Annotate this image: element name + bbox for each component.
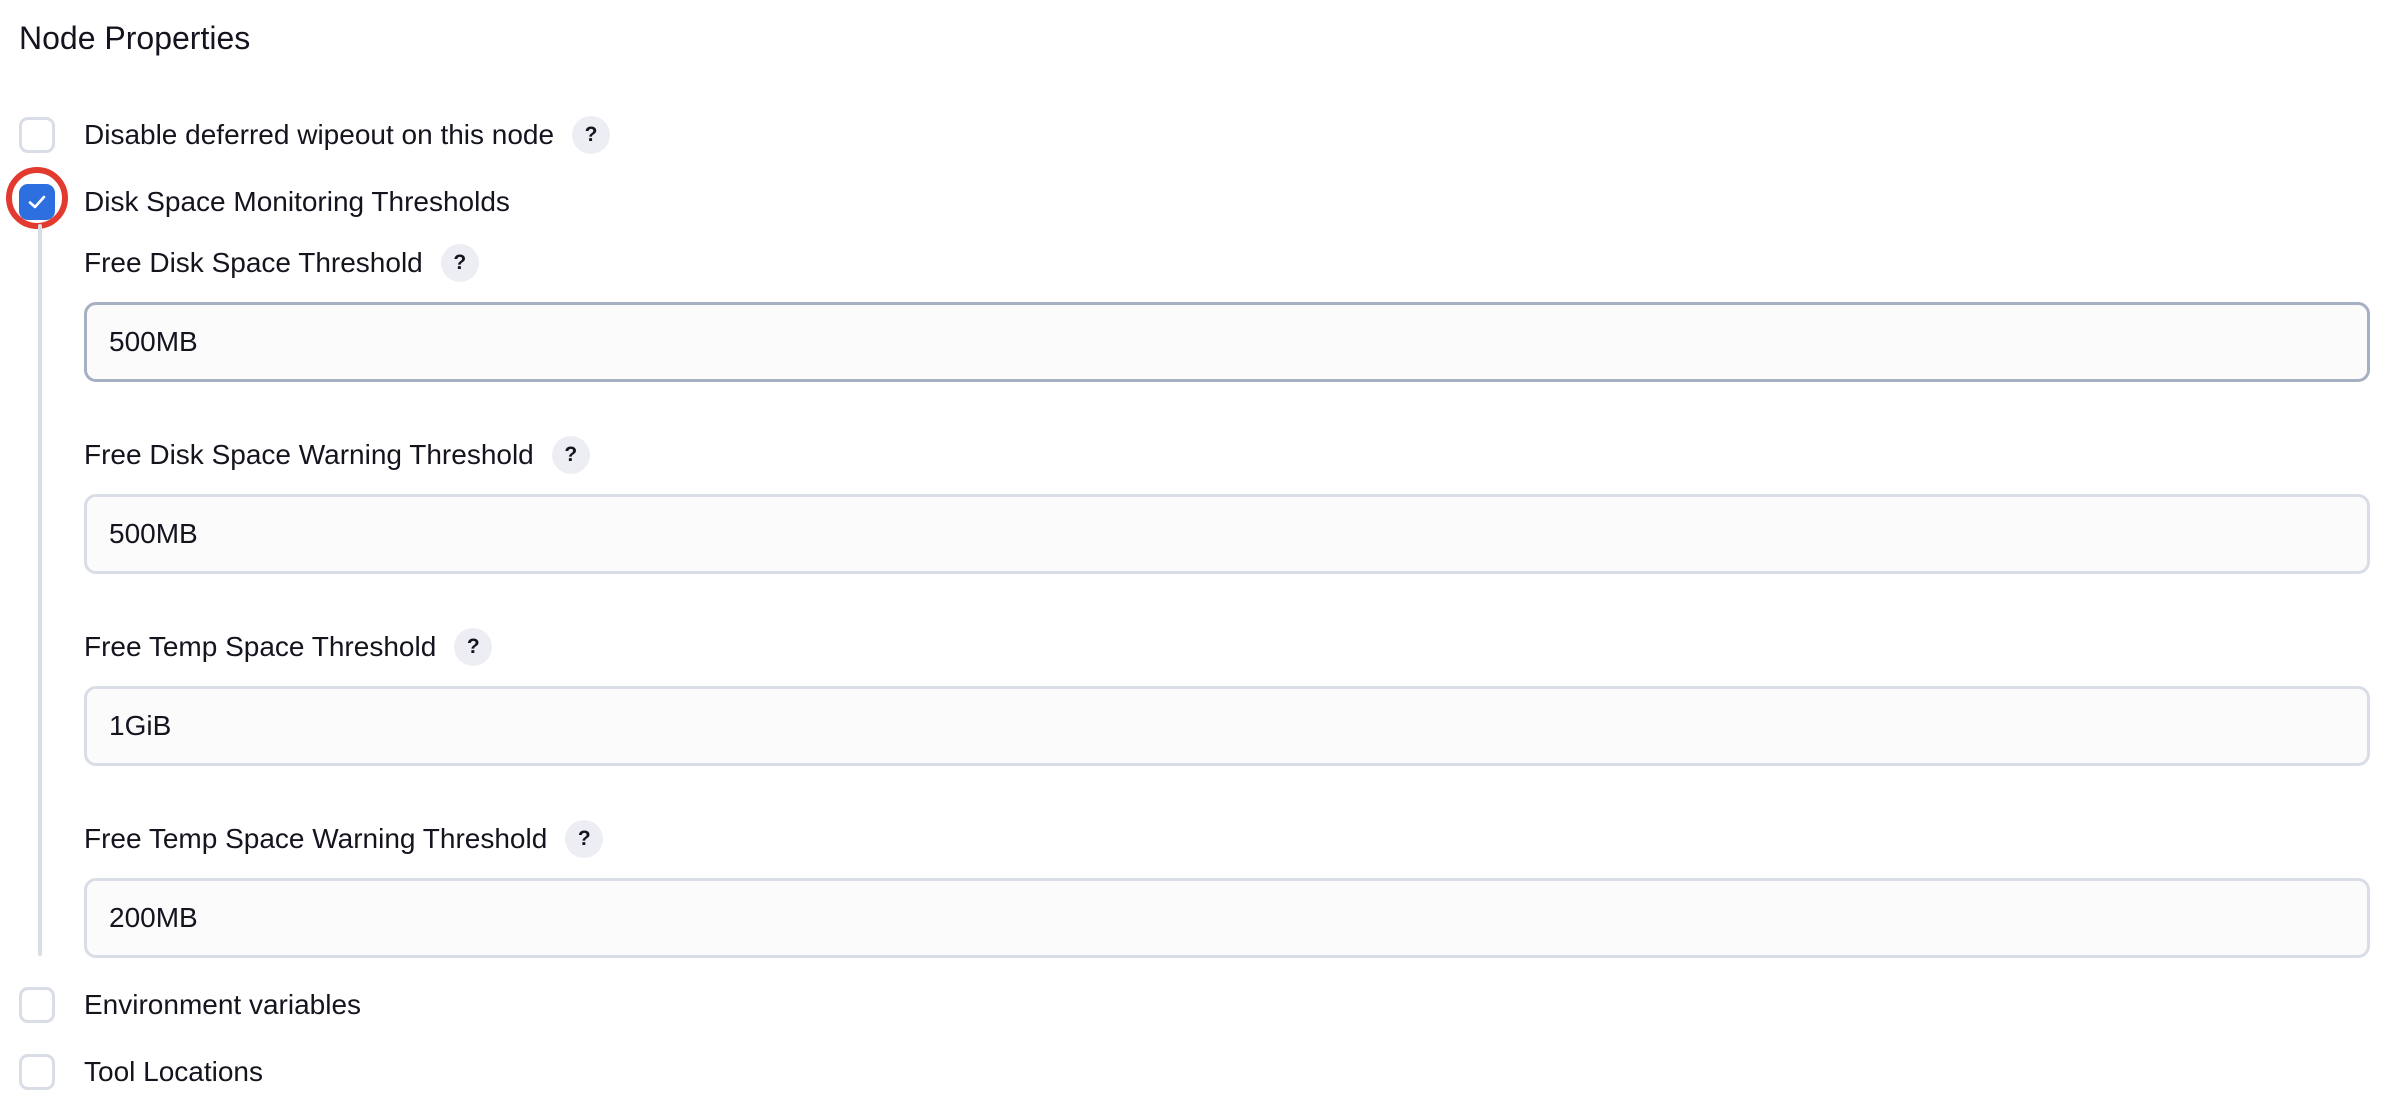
free-temp-space-threshold-label: Free Temp Space Threshold ? [84, 627, 493, 667]
free-temp-space-warning-threshold-input[interactable] [84, 878, 2370, 958]
free-disk-space-warning-threshold-input[interactable] [84, 494, 2370, 574]
option-disk-space-monitoring[interactable]: Disk Space Monitoring Thresholds [19, 180, 510, 224]
help-icon[interactable]: ? [551, 436, 590, 474]
free-temp-space-threshold-input[interactable] [84, 686, 2370, 766]
free-temp-space-warning-threshold-label: Free Temp Space Warning Threshold ? [84, 819, 604, 859]
help-icon[interactable]: ? [440, 244, 479, 282]
help-icon[interactable]: ? [565, 820, 604, 858]
highlight-ring [6, 167, 68, 229]
option-label: Environment variables [84, 989, 362, 1020]
nested-group-line [38, 224, 42, 956]
help-icon[interactable]: ? [454, 628, 493, 666]
field-label-text: Free Disk Space Warning Threshold [84, 439, 534, 470]
section-title: Node Properties [19, 20, 251, 56]
tool-locations-checkbox[interactable] [19, 1054, 55, 1090]
field-label-text: Free Disk Space Threshold [84, 247, 423, 278]
option-environment-variables[interactable]: Environment variables [19, 983, 361, 1027]
option-tool-locations[interactable]: Tool Locations [19, 1050, 263, 1094]
field-label-text: Free Temp Space Warning Threshold [84, 823, 548, 854]
free-disk-space-warning-threshold-label: Free Disk Space Warning Threshold ? [84, 435, 590, 475]
free-disk-space-threshold-input[interactable] [84, 302, 2370, 382]
option-label: Tool Locations [84, 1056, 264, 1087]
disable-deferred-wipeout-checkbox[interactable] [19, 117, 55, 153]
free-disk-space-threshold-label: Free Disk Space Threshold ? [84, 243, 479, 283]
option-label: Disable deferred wipeout on this node [84, 119, 555, 150]
option-disable-deferred-wipeout[interactable]: Disable deferred wipeout on this node ? [19, 113, 611, 157]
environment-variables-checkbox[interactable] [19, 987, 55, 1023]
help-icon[interactable]: ? [572, 116, 611, 154]
field-label-text: Free Temp Space Threshold [84, 631, 437, 662]
option-label: Disk Space Monitoring Thresholds [84, 186, 510, 217]
